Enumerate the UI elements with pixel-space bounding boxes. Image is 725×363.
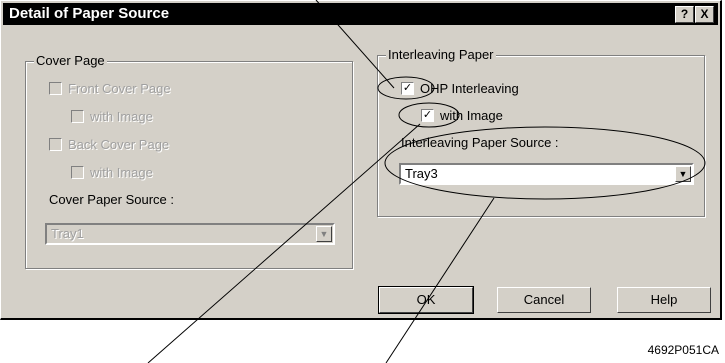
callout-ellipse [384,126,706,200]
annotation-overlay [147,0,706,363]
callout-line [147,123,421,363]
callout-ellipse [398,102,460,128]
callout-line [385,197,495,363]
figure-caption: 4692P051CA [647,343,719,357]
callout-line [315,0,395,89]
callout-ellipse [377,76,435,100]
